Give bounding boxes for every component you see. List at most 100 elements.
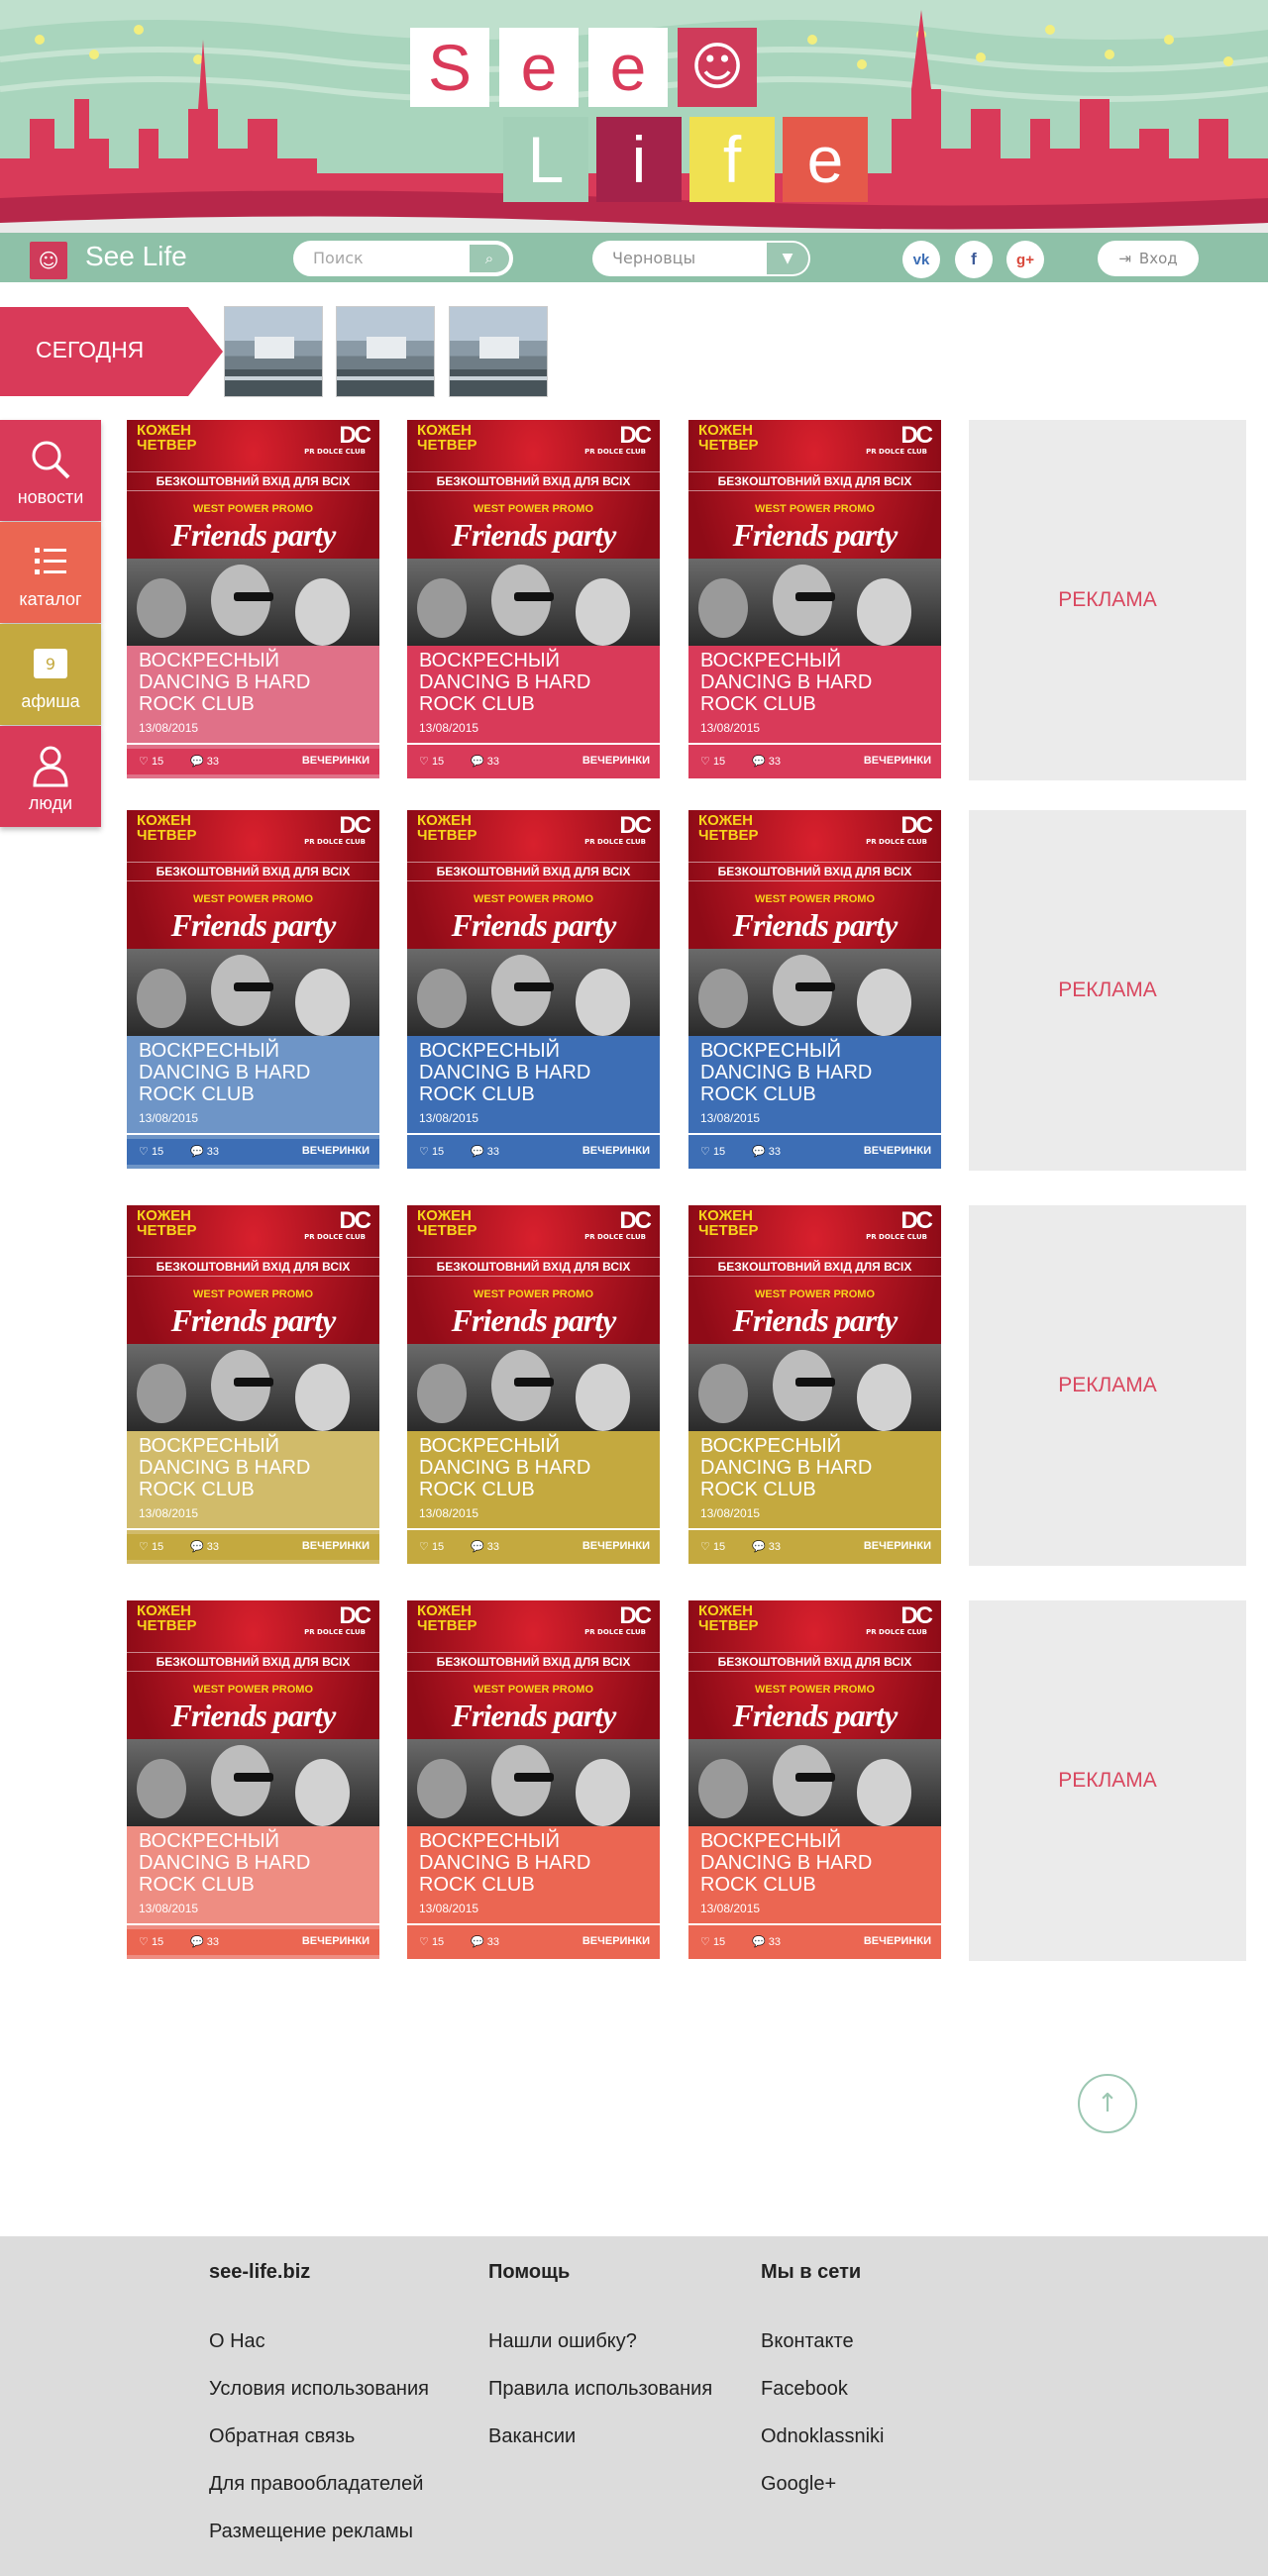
footer-link-report-error[interactable]: Нашли ошибку? [488,2330,637,2353]
advertisement-placeholder[interactable]: РЕКЛАМА [969,1600,1246,1961]
event-poster-image[interactable]: КОЖЕН ЧЕТВЕР DC PR DOLCE CLUB БЕЗКОШТОВНИЙ … [127,810,379,1036]
likes-count[interactable]: ♡ 15 [139,1145,163,1158]
event-title[interactable]: ВОСКРЕСНЫЙ DANCING В HARD ROCK CLUB [139,650,371,715]
event-info[interactable]: ВОСКРЕСНЫЙ DANCING В HARD ROCK CLUB 13/08… [127,1431,379,1564]
event-category[interactable]: ВЕЧЕРИНКИ [864,1540,931,1552]
likes-count[interactable]: ♡ 15 [139,755,163,768]
likes-count[interactable]: ♡ 15 [139,1935,163,1948]
event-title[interactable]: ВОСКРЕСНЫЙ DANCING В HARD ROCK CLUB [700,1435,933,1500]
facebook-icon[interactable]: f [955,241,993,278]
event-info[interactable]: ВОСКРЕСНЫЙ DANCING В HARD ROCK CLUB 13/08… [407,646,660,778]
event-title[interactable]: ВОСКРЕСНЫЙ DANCING В HARD ROCK CLUB [139,1830,371,1896]
likes-count[interactable]: ♡ 15 [700,1145,725,1158]
event-poster-image[interactable]: КОЖЕН ЧЕТВЕР DC PR DOLCE CLUB БЕЗКОШТОВНИЙ … [407,420,660,646]
event-info[interactable]: ВОСКРЕСНЫЙ DANCING В HARD ROCK CLUB 13/08… [688,1036,941,1169]
event-category[interactable]: ВЕЧЕРИНКИ [582,1145,650,1157]
sidebar-item-news[interactable]: новости [0,420,101,521]
likes-count[interactable]: ♡ 15 [419,1540,444,1553]
search-input[interactable]: Поиск [313,249,364,267]
event-poster-image[interactable]: КОЖЕН ЧЕТВЕР DC PR DOLCE CLUB БЕЗКОШТОВНИЙ … [688,1205,941,1431]
event-info[interactable]: ВОСКРЕСНЫЙ DANCING В HARD ROCK CLUB 13/08… [127,646,379,778]
advertisement-placeholder[interactable]: РЕКЛАМА [969,810,1246,1171]
event-info[interactable]: ВОСКРЕСНЫЙ DANCING В HARD ROCK CLUB 13/08… [688,646,941,778]
footer-link-feedback[interactable]: Обратная связь [209,2425,355,2448]
comments-count[interactable]: 💬 33 [471,1145,499,1158]
today-thumbnail[interactable] [336,306,435,397]
footer-link-googleplus[interactable]: Google+ [761,2473,836,2496]
sidebar-item-catalog[interactable]: каталог [0,522,101,623]
event-title[interactable]: ВОСКРЕСНЫЙ DANCING В HARD ROCK CLUB [700,650,933,715]
event-card[interactable]: КОЖЕН ЧЕТВЕР DC PR DOLCE CLUB БЕЗКОШТОВНИЙ … [407,810,660,1169]
footer-link-terms[interactable]: Условия использования [209,2378,429,2401]
site-logo-icon[interactable]: ☺ [30,242,67,279]
likes-count[interactable]: ♡ 15 [419,755,444,768]
event-category[interactable]: ВЕЧЕРИНКИ [302,755,370,767]
event-poster-image[interactable]: КОЖЕН ЧЕТВЕР DC PR DOLCE CLUB БЕЗКОШТОВНИЙ … [127,420,379,646]
event-info[interactable]: ВОСКРЕСНЫЙ DANCING В HARD ROCK CLUB 13/08… [407,1036,660,1169]
event-title[interactable]: ВОСКРЕСНЫЙ DANCING В HARD ROCK CLUB [700,1830,933,1896]
comments-count[interactable]: 💬 33 [752,755,781,768]
sidebar-item-afisha[interactable]: 9 афиша [0,624,101,725]
likes-count[interactable]: ♡ 15 [700,1540,725,1553]
comments-count[interactable]: 💬 33 [190,1540,219,1553]
footer-link-about[interactable]: О Нас [209,2330,265,2353]
event-title[interactable]: ВОСКРЕСНЫЙ DANCING В HARD ROCK CLUB [139,1040,371,1105]
event-poster-image[interactable]: КОЖЕН ЧЕТВЕР DC PR DOLCE CLUB БЕЗКОШТОВНИЙ … [688,810,941,1036]
footer-link-rightholders[interactable]: Для правообладателей [209,2473,423,2496]
chevron-down-icon[interactable]: ▼ [767,243,808,274]
comments-count[interactable]: 💬 33 [190,755,219,768]
event-poster-image[interactable]: КОЖЕН ЧЕТВЕР DC PR DOLCE CLUB БЕЗКОШТОВНИЙ … [127,1600,379,1826]
vk-icon[interactable]: vk [902,241,940,278]
footer-link-rules[interactable]: Правила использования [488,2378,712,2401]
event-poster-image[interactable]: КОЖЕН ЧЕТВЕР DC PR DOLCE CLUB БЕЗКОШТОВНИЙ … [688,420,941,646]
event-info[interactable]: ВОСКРЕСНЫЙ DANCING В HARD ROCK CLUB 13/08… [127,1036,379,1169]
google-plus-icon[interactable]: g+ [1006,241,1044,278]
event-info[interactable]: ВОСКРЕСНЫЙ DANCING В HARD ROCK CLUB 13/08… [688,1826,941,1959]
event-info[interactable]: ВОСКРЕСНЫЙ DANCING В HARD ROCK CLUB 13/08… [688,1431,941,1564]
event-title[interactable]: ВОСКРЕСНЫЙ DANCING В HARD ROCK CLUB [419,1435,652,1500]
event-category[interactable]: ВЕЧЕРИНКИ [582,1935,650,1947]
event-card[interactable]: КОЖЕН ЧЕТВЕР DC PR DOLCE CLUB БЕЗКОШТОВНИЙ … [127,1600,379,1959]
event-title[interactable]: ВОСКРЕСНЫЙ DANCING В HARD ROCK CLUB [419,1040,652,1105]
footer-link-facebook[interactable]: Facebook [761,2378,848,2401]
event-card[interactable]: КОЖЕН ЧЕТВЕР DC PR DOLCE CLUB БЕЗКОШТОВНИЙ … [688,1205,941,1564]
event-card[interactable]: КОЖЕН ЧЕТВЕР DC PR DOLCE CLUB БЕЗКОШТОВНИЙ … [688,420,941,778]
event-category[interactable]: ВЕЧЕРИНКИ [864,755,931,767]
event-card[interactable]: КОЖЕН ЧЕТВЕР DC PR DOLCE CLUB БЕЗКОШТОВНИЙ … [407,1600,660,1959]
event-card[interactable]: КОЖЕН ЧЕТВЕР DC PR DOLCE CLUB БЕЗКОШТОВНИЙ … [127,1205,379,1564]
event-poster-image[interactable]: КОЖЕН ЧЕТВЕР DC PR DOLCE CLUB БЕЗКОШТОВНИЙ … [127,1205,379,1431]
comments-count[interactable]: 💬 33 [752,1935,781,1948]
comments-count[interactable]: 💬 33 [752,1540,781,1553]
event-info[interactable]: ВОСКРЕСНЫЙ DANCING В HARD ROCK CLUB 13/08… [127,1826,379,1959]
comments-count[interactable]: 💬 33 [190,1145,219,1158]
today-label[interactable]: СЕГОДНЯ [0,307,223,396]
event-category[interactable]: ВЕЧЕРИНКИ [864,1935,931,1947]
event-title[interactable]: ВОСКРЕСНЫЙ DANCING В HARD ROCK CLUB [419,650,652,715]
event-category[interactable]: ВЕЧЕРИНКИ [582,755,650,767]
comments-count[interactable]: 💬 33 [471,1540,499,1553]
likes-count[interactable]: ♡ 15 [700,755,725,768]
footer-link-advertising[interactable]: Размещение рекламы [209,2521,413,2543]
footer-link-vkontakte[interactable]: Вконтакте [761,2330,854,2353]
event-title[interactable]: ВОСКРЕСНЫЙ DANCING В HARD ROCK CLUB [419,1830,652,1896]
comments-count[interactable]: 💬 33 [471,1935,499,1948]
comments-count[interactable]: 💬 33 [471,755,499,768]
event-card[interactable]: КОЖЕН ЧЕТВЕР DC PR DOLCE CLUB БЕЗКОШТОВНИЙ … [688,1600,941,1959]
sidebar-item-people[interactable]: люди [0,726,101,827]
event-category[interactable]: ВЕЧЕРИНКИ [302,1935,370,1947]
advertisement-placeholder[interactable]: РЕКЛАМА [969,420,1246,780]
event-poster-image[interactable]: КОЖЕН ЧЕТВЕР DC PR DOLCE CLUB БЕЗКОШТОВНИЙ … [407,1600,660,1826]
event-card[interactable]: КОЖЕН ЧЕТВЕР DC PR DOLCE CLUB БЕЗКОШТОВНИЙ … [127,810,379,1169]
event-category[interactable]: ВЕЧЕРИНКИ [302,1540,370,1552]
event-poster-image[interactable]: КОЖЕН ЧЕТВЕР DC PR DOLCE CLUB БЕЗКОШТОВНИЙ … [407,810,660,1036]
today-thumbnail[interactable] [224,306,323,397]
event-category[interactable]: ВЕЧЕРИНКИ [582,1540,650,1552]
footer-link-vacancies[interactable]: Вакансии [488,2425,576,2448]
comments-count[interactable]: 💬 33 [752,1145,781,1158]
event-card[interactable]: КОЖЕН ЧЕТВЕР DC PR DOLCE CLUB БЕЗКОШТОВНИЙ … [407,1205,660,1564]
search-box[interactable]: Поиск ⌕ [293,241,513,276]
comments-count[interactable]: 💬 33 [190,1935,219,1948]
site-name[interactable]: See Life [85,241,187,272]
footer-link-odnoklassniki[interactable]: Odnoklassniki [761,2425,885,2448]
event-info[interactable]: ВОСКРЕСНЫЙ DANCING В HARD ROCK CLUB 13/08… [407,1431,660,1564]
